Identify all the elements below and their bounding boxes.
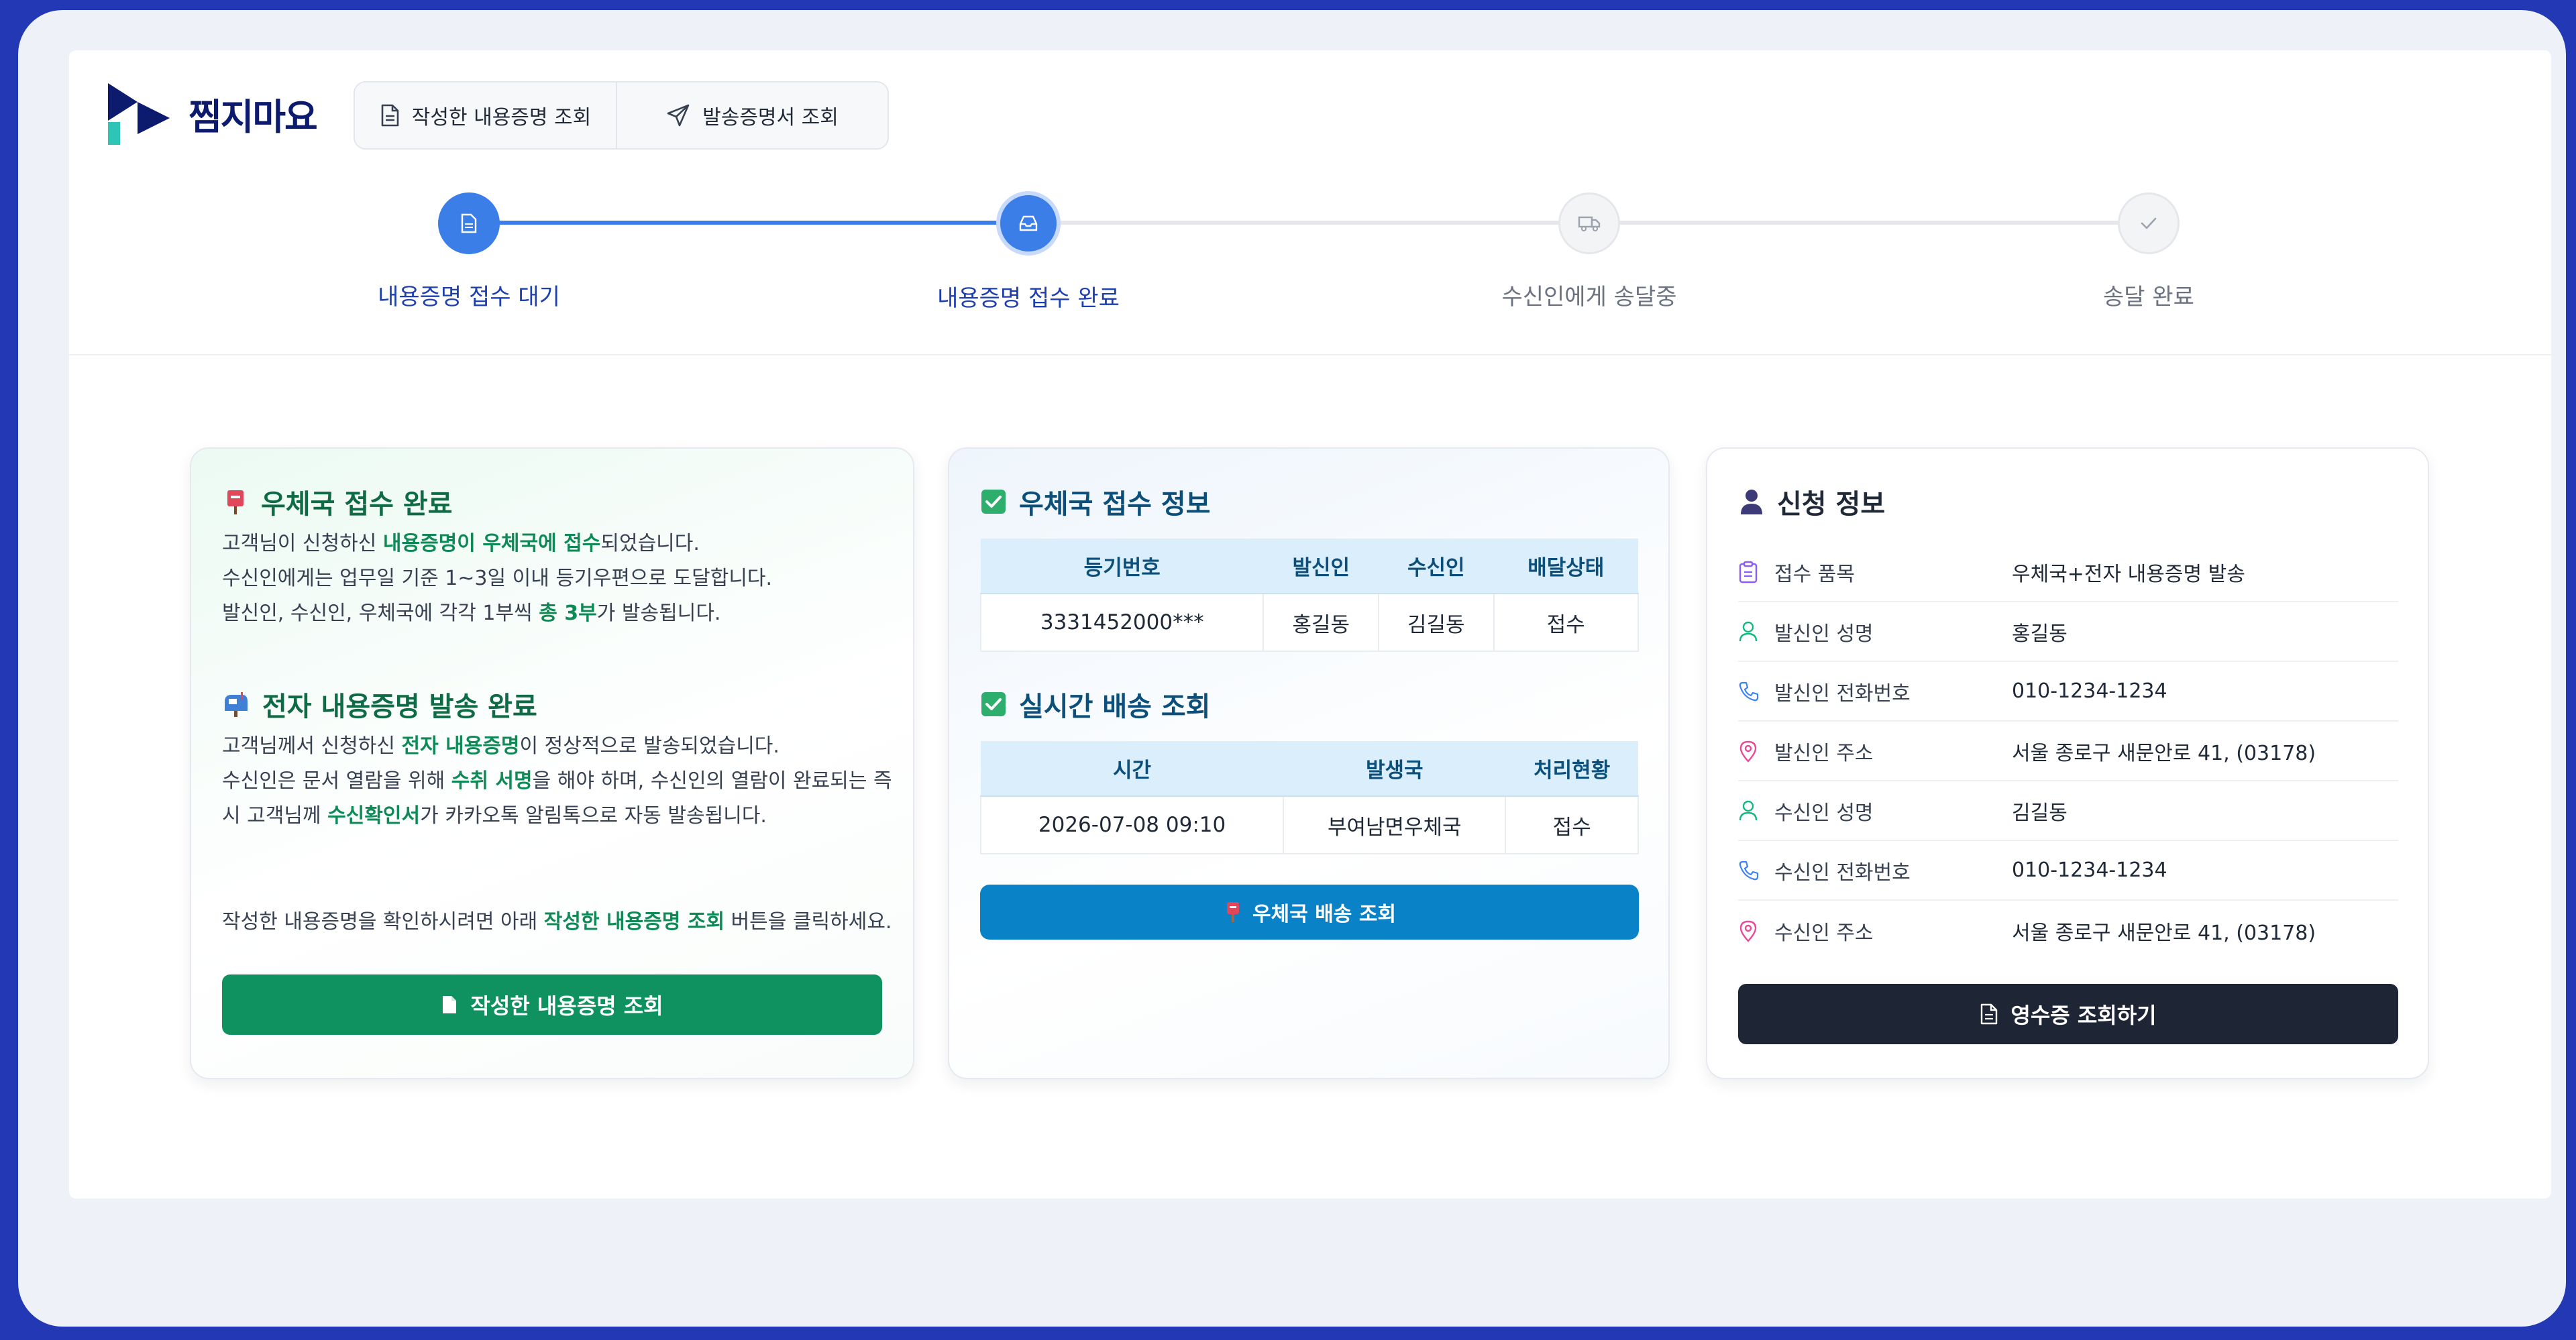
location-pin-icon xyxy=(1738,919,1774,942)
step-reception-pending: 내용증명 접수 대기 xyxy=(335,178,603,311)
location-pin-icon xyxy=(1738,740,1774,763)
column-header: 수신인 xyxy=(1379,539,1494,594)
written-certification-button[interactable]: 작성한 내용증명 조회 xyxy=(355,82,618,148)
check-icon xyxy=(2141,217,2157,229)
list-item: 수신인 전화번호 010-1234-1234 xyxy=(1738,841,2398,901)
check-box-icon xyxy=(981,692,1006,716)
logo-text: 찜지마요 xyxy=(189,95,318,138)
check-instruction-text: 작성한 내용증명을 확인하시려면 아래 작성한 내용증명 조회 버튼을 클릭하세… xyxy=(222,910,892,934)
table-row: 3331452000*** 홍길동 김길동 접수 xyxy=(979,593,1640,652)
document-icon xyxy=(443,996,457,1013)
electronic-dispatch-text: 고객님께서 신청하신 전자 내용증명이 정상적으로 발송되었습니다. 수신인은 … xyxy=(222,734,892,828)
document-icon xyxy=(1981,1003,1998,1025)
list-item: 발신인 주소 서울 종로구 새문안로 41, (03178) xyxy=(1738,722,2398,781)
table-header-row: 등기번호 발신인 수신인 배달상태 xyxy=(981,539,1638,594)
logo[interactable]: 찜지마요 xyxy=(105,80,318,146)
step-label: 내용증명 접수 완료 xyxy=(937,285,1120,312)
sender-name: 홍길동 xyxy=(1263,593,1379,652)
registration-table: 등기번호 발신인 수신인 배달상태 3331452000*** 홍길동 김길동 … xyxy=(979,539,1640,652)
registration-info-title: 우체국 접수 정보 xyxy=(980,482,1210,521)
realtime-tracking-title: 실시간 배송 조회 xyxy=(980,685,1210,724)
status-panel: 우체국 접수 완료 고객님이 신청하신 내용증명이 우체국에 접수되었습니다. … xyxy=(190,447,914,1079)
step-circle xyxy=(2118,192,2180,254)
user-icon xyxy=(1738,621,1774,643)
send-icon xyxy=(667,104,690,127)
step-label: 송달 완료 xyxy=(2103,284,2194,311)
step-delivering: 수신인에게 송달중 xyxy=(1455,178,1723,311)
view-written-certification-button[interactable]: 작성한 내용증명 조회 xyxy=(222,974,882,1035)
recipient-name: 김길동 xyxy=(1378,593,1495,652)
logo-mark-icon xyxy=(108,83,170,145)
step-delivered: 송달 완료 xyxy=(2015,178,2283,311)
column-header: 등기번호 xyxy=(981,539,1264,594)
step-reception-complete: 내용증명 접수 완료 xyxy=(894,178,1163,313)
list-item: 접수 품목 우체국+전자 내용증명 발송 xyxy=(1738,543,2398,602)
person-icon xyxy=(1741,490,1762,514)
list-item: 발신인 성명 홍길동 xyxy=(1738,602,2398,662)
step-label: 수신인에게 송달중 xyxy=(1501,284,1677,311)
phone-icon xyxy=(1738,681,1774,702)
step-circle xyxy=(1558,192,1620,254)
phone-icon xyxy=(1738,860,1774,881)
step-label: 내용증명 접수 대기 xyxy=(378,284,560,311)
list-item: 수신인 성명 김길동 xyxy=(1738,781,2398,841)
step-circle xyxy=(996,191,1061,256)
column-header: 시간 xyxy=(981,741,1284,797)
header: 찜지마요 작성한 내용증명 조회 발송증명서 조회 내용증명 접수 대기 내용증… xyxy=(69,50,2551,355)
truck-icon xyxy=(1578,216,1601,232)
post-office-received-text: 고객님이 신청하신 내용증명이 우체국에 접수되었습니다. 수신인에게는 업무일… xyxy=(222,532,773,625)
post-office-tracking-button[interactable]: 우체국 배송 조회 xyxy=(980,885,1639,940)
column-header: 발신인 xyxy=(1263,539,1379,594)
post-office-received-title: 우체국 접수 완료 xyxy=(222,482,452,521)
postbox-icon xyxy=(1226,902,1239,922)
app-frame: 찜지마요 작성한 내용증명 조회 발송증명서 조회 내용증명 접수 대기 내용증… xyxy=(18,10,2566,1327)
post-office-info-panel: 우체국 접수 정보 등기번호 발신인 수신인 배달상태 3331452000**… xyxy=(948,447,1670,1079)
written-certification-label: 작성한 내용증명 조회 xyxy=(411,106,592,129)
column-header: 처리현황 xyxy=(1505,741,1638,797)
column-header: 배달상태 xyxy=(1493,539,1638,594)
view-receipt-button[interactable]: 영수증 조회하기 xyxy=(1738,984,2398,1044)
column-header: 발생국 xyxy=(1283,741,1506,797)
application-info-panel: 신청 정보 접수 품목 우체국+전자 내용증명 발송 발신인 성명 홍길동 발신… xyxy=(1706,447,2429,1079)
dispatch-certificate-label: 발송증명서 조회 xyxy=(702,106,839,129)
check-box-icon xyxy=(981,490,1006,514)
application-info-title: 신청 정보 xyxy=(1738,482,1885,521)
progress-stepper: 내용증명 접수 대기 내용증명 접수 완료 수신인에게 송달중 송달 완료 xyxy=(69,178,2551,312)
electronic-dispatch-title: 전자 내용증명 발송 완료 xyxy=(222,685,537,724)
delivery-status: 접수 xyxy=(1493,593,1640,652)
user-icon xyxy=(1738,800,1774,822)
dispatch-certificate-button[interactable]: 발송증명서 조회 xyxy=(617,82,888,148)
top-nav: 작성한 내용증명 조회 발송증명서 조회 xyxy=(354,81,889,150)
tracking-time: 2026-07-08 09:10 xyxy=(979,795,1285,854)
table-header-row: 시간 발생국 처리현황 xyxy=(981,741,1638,797)
step-circle xyxy=(438,192,500,254)
list-item: 발신인 전화번호 010-1234-1234 xyxy=(1738,662,2398,722)
tracking-status: 접수 xyxy=(1505,795,1639,854)
document-icon xyxy=(381,104,399,127)
inbox-icon xyxy=(1019,215,1038,231)
registration-number: 3331452000*** xyxy=(979,593,1265,652)
postbox-icon xyxy=(227,490,244,514)
table-row: 2026-07-08 09:10 부여남면우체국 접수 xyxy=(979,795,1639,854)
application-info-list: 접수 품목 우체국+전자 내용증명 발송 발신인 성명 홍길동 발신인 전화번호… xyxy=(1738,543,2398,960)
list-item: 수신인 주소 서울 종로구 새문안로 41, (03178) xyxy=(1738,901,2398,960)
main-card: 찜지마요 작성한 내용증명 조회 발송증명서 조회 내용증명 접수 대기 내용증… xyxy=(69,50,2551,1198)
document-icon xyxy=(461,213,477,233)
tracking-table: 시간 발생국 처리현황 2026-07-08 09:10 부여남면우체국 접수 xyxy=(979,741,1639,854)
tracking-office: 부여남면우체국 xyxy=(1283,795,1507,854)
mailbox-icon xyxy=(225,692,248,717)
clipboard-icon xyxy=(1738,561,1774,583)
